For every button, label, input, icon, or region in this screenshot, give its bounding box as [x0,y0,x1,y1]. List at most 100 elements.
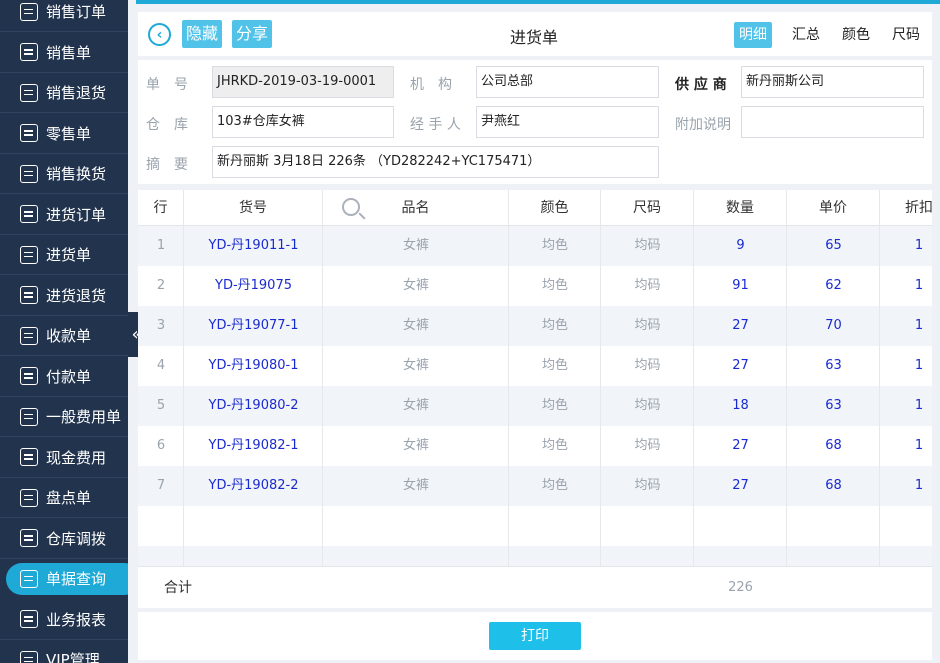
item-qty: 91 [732,278,749,293]
item-name: 女裤 [402,478,429,493]
col-row: 行 [138,190,184,226]
item-size: 均码 [634,238,661,253]
item-name: 女裤 [402,318,429,333]
back-button[interactable]: ‹ [148,23,171,46]
sidebar-item[interactable]: VIP管理 [0,640,128,663]
sidebar-item[interactable]: 进货退货 [0,276,128,316]
page-title: 进货单 [510,28,559,47]
sidebar-item-label: 盘点单 [46,489,92,507]
sidebar-item[interactable]: 付款单 [0,357,128,397]
sidebar-item[interactable]: 进货订单 [0,195,128,235]
sidebar-item-label: 销售订单 [46,3,107,21]
summary-label: 摘 要 [146,157,188,173]
item-discount: 1 [914,358,924,373]
table-row[interactable]: 2 YD-丹19075 女裤 均色 均码 91 62 1 [138,266,932,306]
item-code-link[interactable]: YD-丹19082-1 [184,426,323,466]
item-name: 女裤 [402,398,429,413]
item-name: 女裤 [402,358,429,373]
tab-color[interactable]: 颜色 [837,22,875,48]
sidebar-item[interactable]: 盘点单 [0,478,128,518]
item-size: 均码 [634,278,661,293]
column-divider [508,226,509,566]
sidebar-item[interactable]: 销售订单 [0,0,128,32]
cash-icon [20,448,38,466]
sidebar-item[interactable]: 仓库调拨 [0,519,128,559]
item-code-link[interactable]: YD-丹19011-1 [184,226,323,266]
sidebar-item-label: 一般费用单 [46,408,122,426]
col-price: 单价 [787,190,880,226]
table-row[interactable]: 7 YD-丹19082-2 女裤 均色 均码 27 68 1 [138,466,932,506]
item-qty: 27 [732,358,749,373]
table-total-row: 合计 226 [138,566,932,608]
tab-summary[interactable]: 汇总 [787,22,825,48]
item-code-link[interactable]: YD-丹19080-1 [184,346,323,386]
sidebar-item-label: 单据查询 [46,570,107,588]
share-button[interactable]: 分享 [232,20,273,48]
item-color: 均色 [541,438,568,453]
warehouse-field[interactable]: 103#仓库女裤 [212,106,394,138]
item-qty: 18 [732,398,749,413]
sidebar-item[interactable]: 现金费用 [0,438,128,478]
item-code-link[interactable]: YD-丹19077-1 [184,306,323,346]
hide-button[interactable]: 隐藏 [182,20,223,48]
sidebar-item[interactable]: 进货单 [0,235,128,275]
tab-size[interactable]: 尺码 [887,22,925,48]
sidebar-item[interactable]: 零售单 [0,114,128,154]
item-code-link[interactable]: YD-丹19075 [184,266,323,306]
warehouse-label: 仓 库 [146,117,188,133]
sidebar-item-label: 付款单 [46,367,92,386]
sidebar-item[interactable]: 销售换货 [0,154,128,194]
item-price: 68 [825,478,842,493]
handler-field[interactable]: 尹燕红 [476,106,659,138]
item-code-link[interactable]: YD-丹19080-2 [184,386,323,426]
table-row[interactable]: 3 YD-丹19077-1 女裤 均色 均码 27 70 1 [138,306,932,346]
summary-field[interactable]: 新丹丽斯 3月18日 226条 （YD282242+YC175471） [212,146,659,178]
supplier-field[interactable]: 新丹丽斯公司 [741,66,924,98]
doc-icon [20,245,38,264]
table-row[interactable]: 4 YD-丹19080-1 女裤 均色 均码 27 63 1 [138,346,932,386]
supplier-label: 供 应 商 [675,77,727,93]
column-divider [183,226,184,566]
col-code: 货号 [184,190,360,226]
doc-icon [20,205,38,223]
column-divider [879,226,880,566]
item-price: 68 [825,438,842,453]
table-row[interactable]: 1 YD-丹19011-1 女裤 均色 均码 9 65 1 [138,226,932,266]
search-doc-icon [20,569,38,588]
sidebar-item[interactable]: 销售退货 [0,73,128,113]
sidebar-item[interactable]: 单据查询 [0,559,128,599]
sidebar-item[interactable]: 一般费用单 [0,397,128,437]
item-name: 女裤 [402,438,429,453]
item-color: 均色 [541,238,568,253]
item-name: 女裤 [402,238,429,253]
print-button[interactable]: 打印 [489,622,581,650]
order-form: 单 号 JHRKD-2019-03-19-0001 机 构 公司总部 供 应 商… [138,60,932,184]
col-name: 品名 [323,190,509,226]
sidebar-item-label: 现金费用 [46,448,107,467]
receipt-icon [20,326,38,345]
tag-icon [20,43,38,61]
table-row[interactable]: 5 YD-丹19080-2 女裤 均色 均码 18 63 1 [138,386,932,426]
sidebar-item[interactable]: 收款单 [0,316,128,356]
tab-detail[interactable]: 明细 [734,22,772,48]
transfer-icon [20,529,38,547]
table-row[interactable]: 6 YD-丹19082-1 女裤 均色 均码 27 68 1 [138,426,932,466]
note-field[interactable] [741,106,924,138]
table-header: 行 货号 品名 颜色 尺码 数量 单价 折扣 [138,190,932,226]
sidebar-item-label: 销售退货 [46,84,107,102]
org-field[interactable]: 公司总部 [476,66,659,98]
item-size: 均码 [634,318,661,333]
item-code-link[interactable]: YD-丹19082-2 [184,466,323,506]
item-size: 均码 [634,398,661,413]
total-qty: 226 [728,580,753,595]
sidebar-item[interactable]: 销售单 [0,33,128,73]
item-discount: 1 [914,318,924,333]
note-label: 附加说明 [675,117,731,133]
sidebar-item[interactable]: 业务报表 [0,600,128,640]
exchange-icon [20,164,38,183]
item-color: 均色 [541,358,568,373]
column-divider [786,226,787,566]
row-index: 3 [156,318,166,333]
item-price: 65 [825,238,842,253]
sidebar-item-label: VIP管理 [46,651,100,663]
